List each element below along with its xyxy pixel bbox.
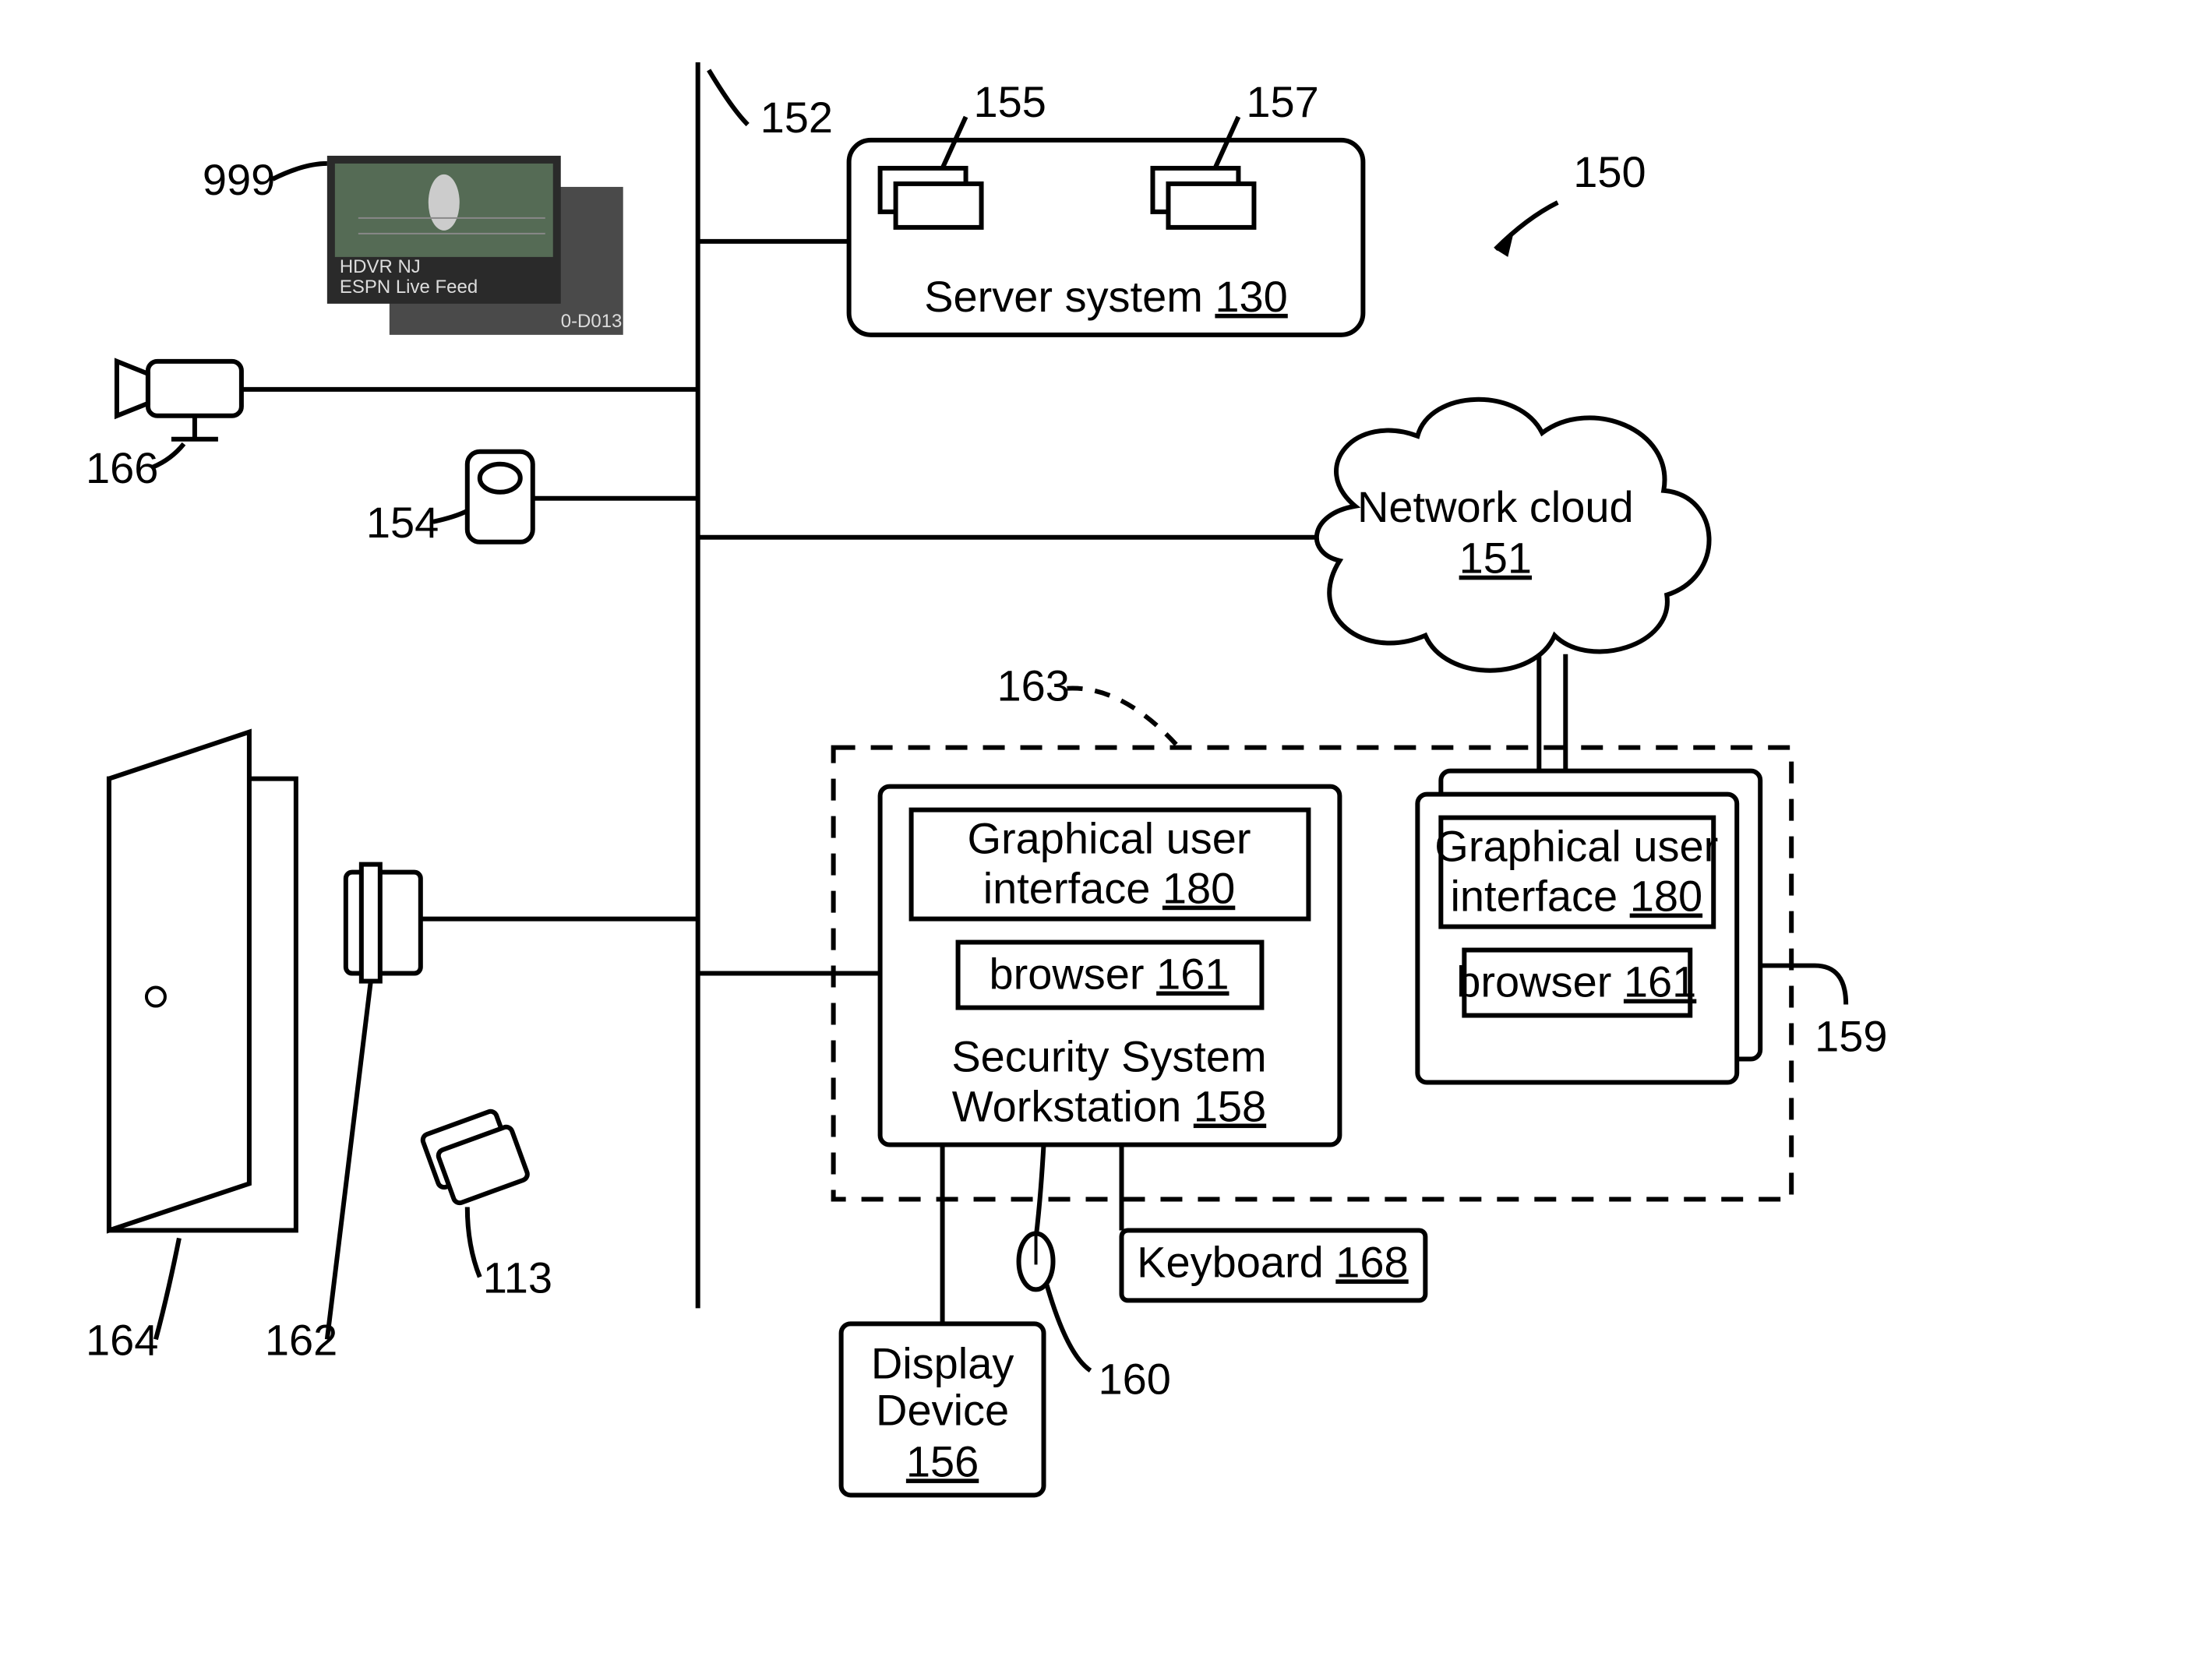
camera-icon [117, 361, 242, 439]
display-2: Device [876, 1385, 1009, 1434]
cloud-label-1: Network cloud [1357, 482, 1634, 531]
display-1: Display [871, 1338, 1014, 1387]
server-label: Server system 130 [924, 272, 1288, 321]
ref-154: 154 [366, 498, 439, 547]
ref-163: 163 [997, 661, 1070, 710]
ref-157: 157 [1246, 77, 1318, 126]
ws-browser: browser 161 [989, 950, 1229, 999]
ref-113: 113 [483, 1253, 552, 1302]
ws-sec1: Security System [951, 1032, 1266, 1081]
door-icon [109, 732, 296, 1231]
svg-text:Graphical user: Graphical user [1434, 822, 1718, 871]
ws-sec2: Workstation 158 [952, 1081, 1266, 1130]
svg-text:browser 161: browser 161 [1456, 957, 1696, 1006]
svg-text:interface 180: interface 180 [1450, 872, 1702, 921]
ref-150: 150 [1573, 147, 1646, 196]
display-num: 156 [906, 1436, 979, 1486]
motion-sensor-icon [467, 452, 533, 542]
svg-text:0-D013: 0-D013 [561, 311, 623, 332]
ref-166: 166 [86, 443, 158, 492]
ref-155: 155 [974, 77, 1046, 126]
ref-164: 164 [86, 1315, 158, 1364]
ws-gui-1: Graphical user [968, 814, 1251, 863]
keyboard-label: Keyboard 168 [1137, 1237, 1409, 1286]
video-thumbnails: HDVR NJ ESPN Live Feed 0-D013 [327, 156, 623, 335]
ws-gui-2: interface 180 [983, 864, 1236, 913]
svg-text:HDVR NJ: HDVR NJ [340, 256, 421, 277]
ref-999: 999 [203, 155, 275, 204]
ref-162: 162 [265, 1315, 337, 1364]
cloud-num: 151 [1459, 534, 1532, 583]
card-reader-icon [346, 865, 421, 982]
diagram-canvas: 152 150 155 157 Server system 130 HDVR N… [0, 0, 2212, 1652]
client-box-2: Graphical user interface 180 browser 161 [1417, 771, 1760, 1083]
ref-159: 159 [1815, 1012, 1887, 1061]
cards-icon [422, 1110, 530, 1205]
ref-160: 160 [1099, 1354, 1171, 1403]
ref-152: 152 [760, 93, 833, 142]
svg-text:ESPN Live Feed: ESPN Live Feed [340, 277, 478, 298]
